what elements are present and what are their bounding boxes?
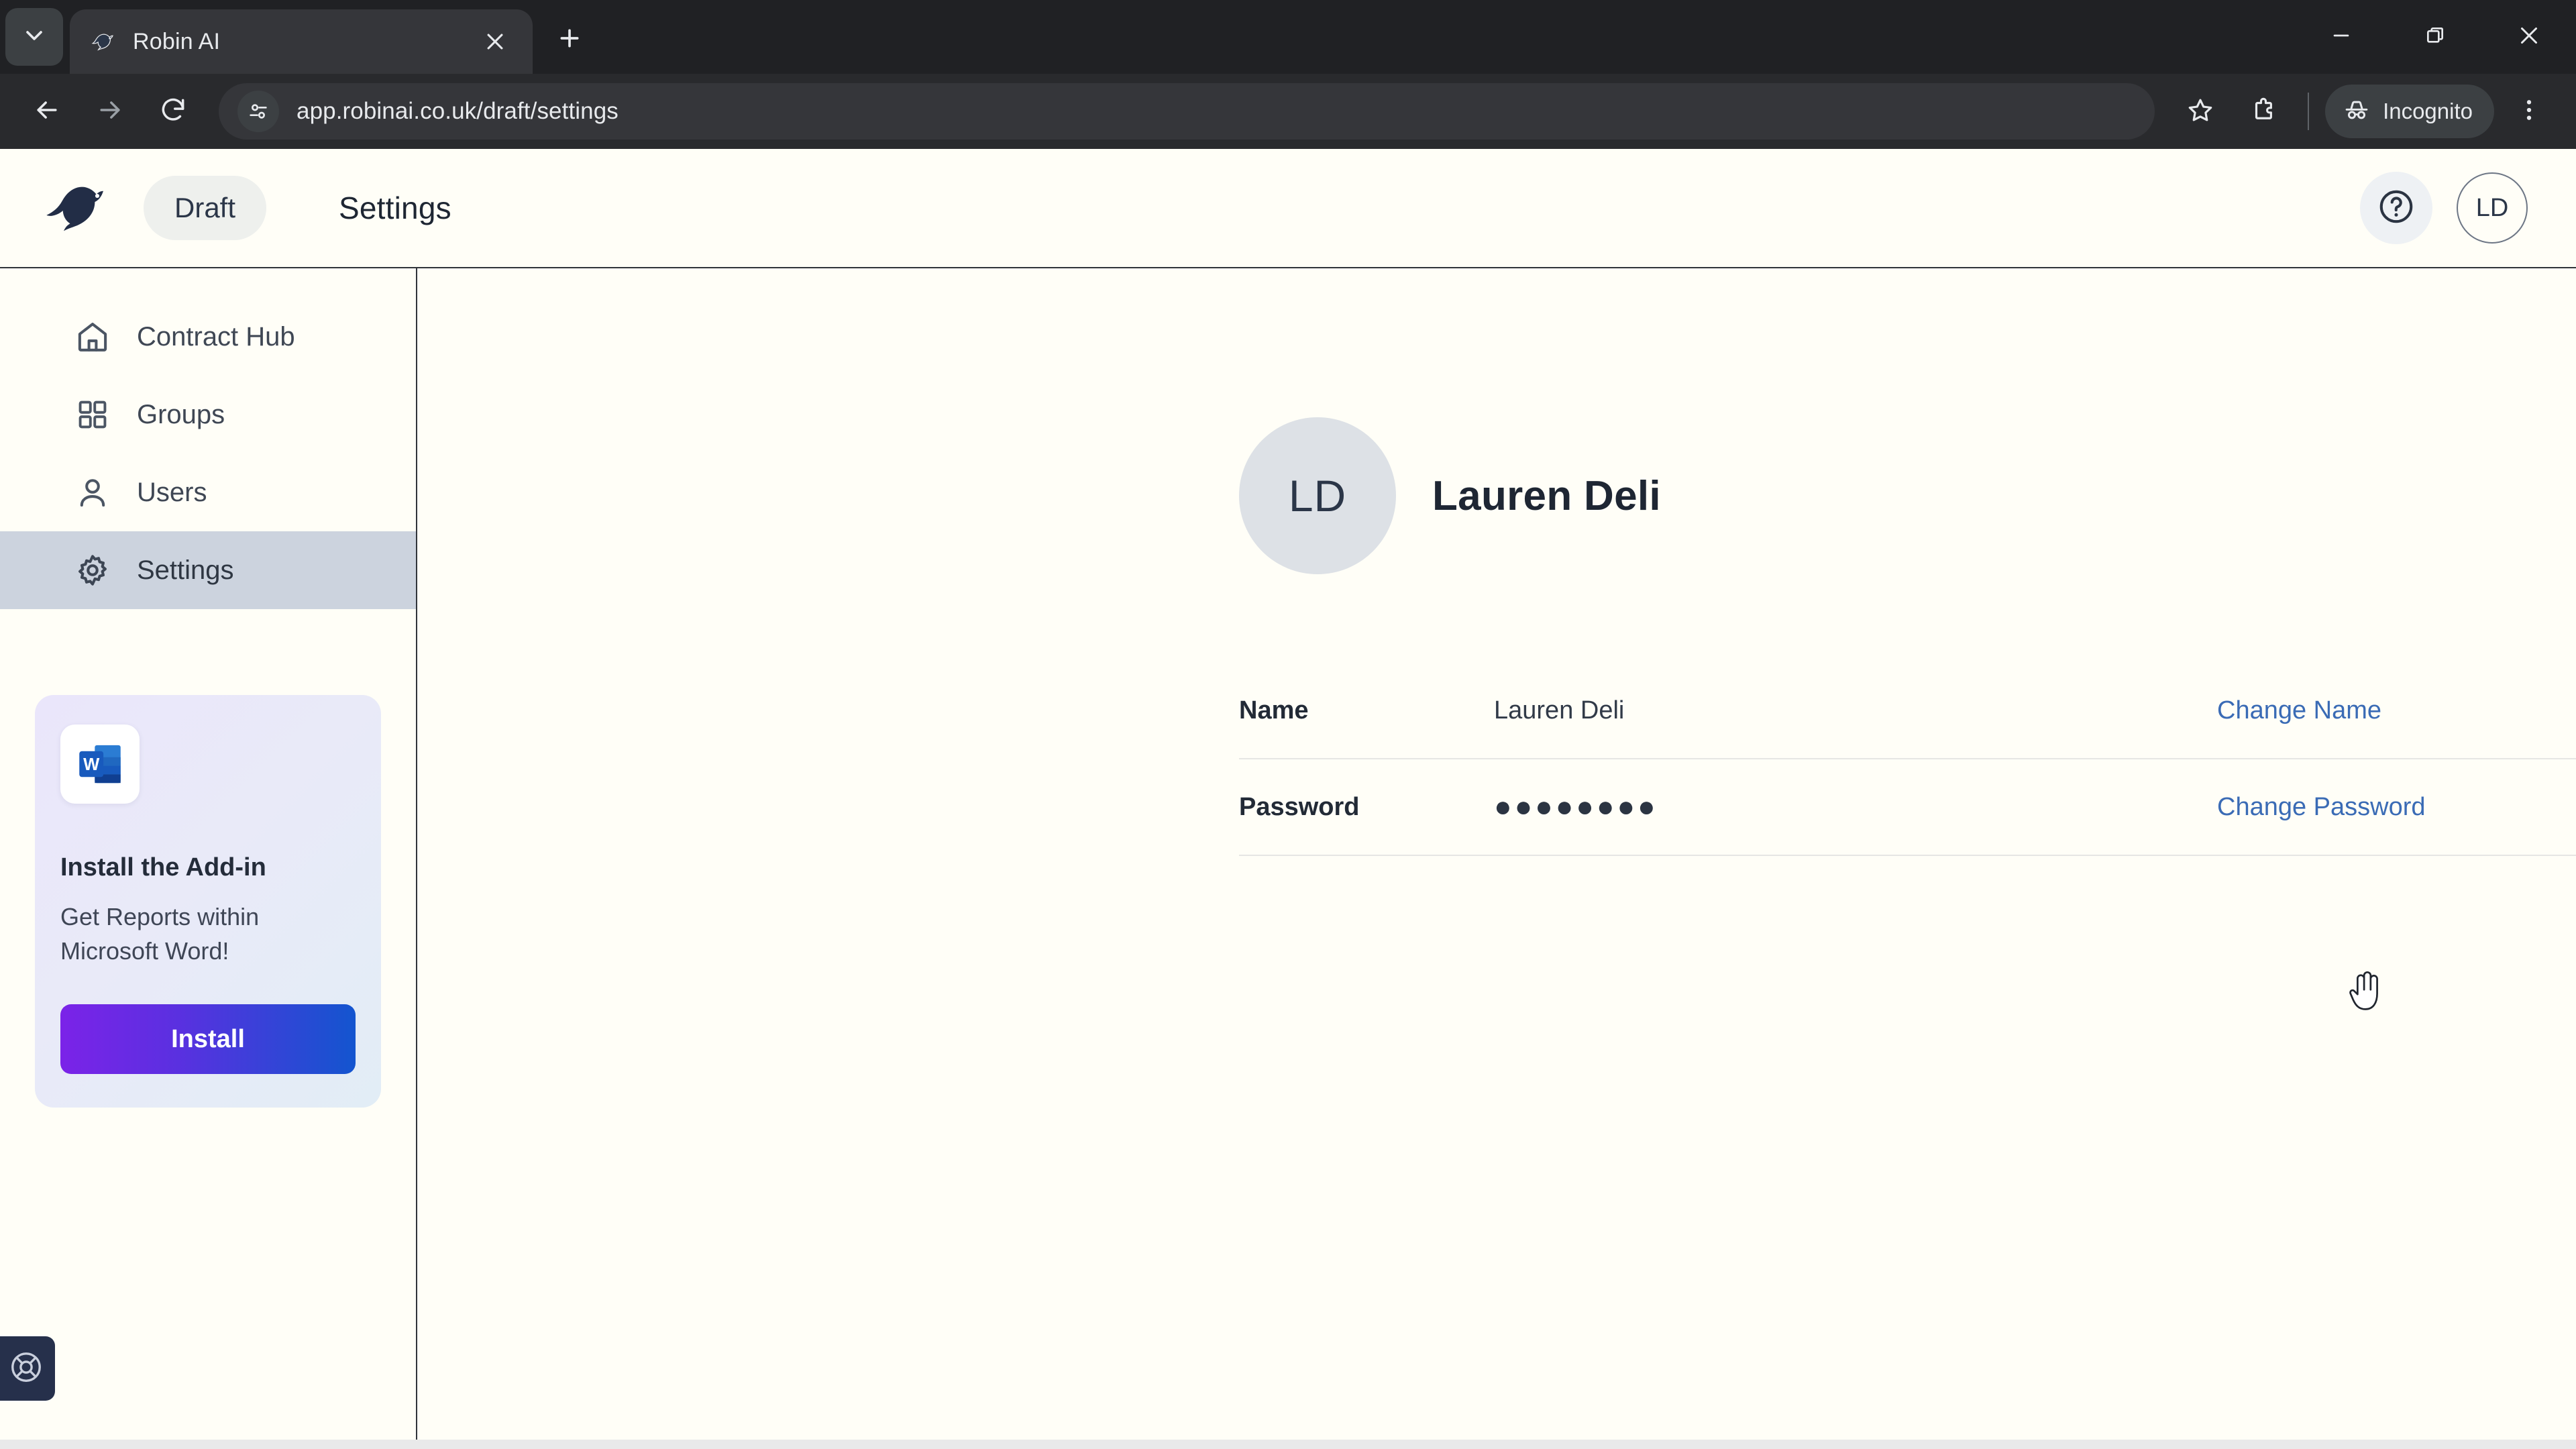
sidebar-item-contract-hub[interactable]: Contract Hub (0, 298, 416, 376)
incognito-label: Incognito (2383, 99, 2473, 123)
change-name-link[interactable]: Change Name (2217, 696, 2576, 725)
plus-icon (556, 25, 583, 55)
row-label: Name (1239, 696, 1309, 724)
avatar-initials: LD (2475, 193, 2509, 222)
app-header: Draft Settings LD (0, 149, 2576, 268)
toolbar-divider (2308, 93, 2310, 130)
sidebar-item-settings[interactable]: Settings (0, 531, 416, 609)
reload-button[interactable] (145, 83, 201, 140)
restore-icon (2424, 25, 2446, 50)
svg-text:W: W (83, 755, 100, 774)
avatar[interactable]: LD (2457, 172, 2528, 244)
bird-favicon (89, 27, 118, 56)
incognito-hat-icon (2343, 96, 2371, 127)
mouse-cursor-pointer-icon (2345, 970, 2388, 1020)
address-bar[interactable]: app.robinai.co.uk/draft/settings (219, 83, 2155, 140)
settings-list: Name Lauren Deli Change Name Password ●●… (1239, 663, 2576, 856)
install-button[interactable]: Install (60, 1004, 356, 1075)
star-icon (2186, 96, 2214, 127)
change-password-link[interactable]: Change Password (2217, 793, 2576, 822)
help-circle-icon (2377, 187, 2416, 229)
sidebar-item-label: Groups (137, 399, 225, 429)
browser-menu-button[interactable] (2501, 83, 2557, 140)
forward-arrow-icon (95, 95, 125, 128)
sidebar-item-users[interactable]: Users (0, 453, 416, 531)
sidebar-item-label: Settings (137, 555, 234, 585)
tab-close-icon[interactable] (476, 23, 514, 60)
settings-row-name: Name Lauren Deli Change Name (1239, 663, 2576, 759)
profile-avatar: LD (1239, 417, 1396, 574)
tab-search-button[interactable] (5, 8, 63, 66)
profile-header: LD Lauren Deli (417, 268, 2576, 574)
browser-window: Robin AI app.robinai.co.uk/draft/setting… (0, 0, 2576, 1449)
install-addin-card: W Install the Add-in Get Reports within … (35, 695, 381, 1108)
sidebar-item-groups[interactable]: Groups (0, 376, 416, 453)
browser-toolbar: app.robinai.co.uk/draft/settings Incogni… (0, 74, 2576, 149)
tab-strip: Robin AI (0, 0, 2576, 74)
row-value: Lauren Deli (1494, 696, 1625, 724)
settings-row-password: Password ●●●●●●●● Change Password (1239, 759, 2576, 856)
main-content: LD Lauren Deli Name Lauren Deli Change N… (417, 268, 2576, 1449)
microsoft-word-icon: W (60, 724, 140, 804)
new-tab-button[interactable] (545, 15, 594, 64)
forward-button[interactable] (82, 83, 138, 140)
profile-avatar-initials: LD (1288, 471, 1347, 521)
incognito-indicator[interactable]: Incognito (2325, 85, 2494, 138)
grid-icon (72, 394, 113, 435)
bookmark-button[interactable] (2172, 83, 2229, 140)
chevron-down-icon (21, 22, 48, 52)
support-widget-button[interactable] (0, 1336, 55, 1401)
row-value: ●●●●●●●● (1494, 790, 1658, 823)
home-icon (72, 317, 113, 357)
header-actions: LD (2360, 172, 2528, 244)
gear-icon (72, 550, 113, 590)
sidebar: Contract Hub Groups Users Settings W Ins… (0, 268, 417, 1449)
lifebuoy-icon (8, 1349, 44, 1389)
back-button[interactable] (19, 83, 75, 140)
promo-subtitle: Get Reports within Microsoft Word! (60, 903, 260, 965)
page-title: Settings (339, 191, 451, 225)
sidebar-item-label: Users (137, 477, 207, 507)
url-text: app.robinai.co.uk/draft/settings (297, 98, 619, 124)
tab-title: Robin AI (133, 28, 221, 54)
page-body: Contract Hub Groups Users Settings W Ins… (0, 268, 2576, 1449)
horizontal-scrollbar[interactable] (0, 1440, 2576, 1449)
window-controls (2294, 0, 2576, 74)
close-window-button[interactable] (2482, 0, 2576, 74)
profile-name: Lauren Deli (1432, 472, 1661, 519)
minimize-button[interactable] (2294, 0, 2388, 74)
workspace-label: Draft (174, 192, 236, 223)
tune-sliders-icon[interactable] (237, 91, 279, 132)
sidebar-nav: Contract Hub Groups Users Settings (0, 268, 416, 609)
three-dots-menu-icon (2516, 97, 2542, 127)
restore-button[interactable] (2388, 0, 2482, 74)
close-icon (2517, 23, 2541, 51)
reload-icon (158, 95, 188, 128)
browser-tab[interactable]: Robin AI (70, 9, 533, 74)
promo-title: Install the Add-in (60, 853, 266, 881)
minimize-icon (2330, 24, 2353, 50)
puzzle-piece-icon (2249, 96, 2277, 127)
user-icon (72, 472, 113, 513)
extensions-button[interactable] (2235, 83, 2292, 140)
help-button[interactable] (2360, 172, 2432, 244)
sidebar-item-label: Contract Hub (137, 321, 295, 352)
back-arrow-icon (32, 95, 62, 128)
web-page: Draft Settings LD Contract Hub Groups Us… (0, 149, 2576, 1449)
robin-bird-logo[interactable] (39, 177, 119, 239)
workspace-draft-button[interactable]: Draft (144, 176, 267, 240)
row-label: Password (1239, 792, 1360, 821)
